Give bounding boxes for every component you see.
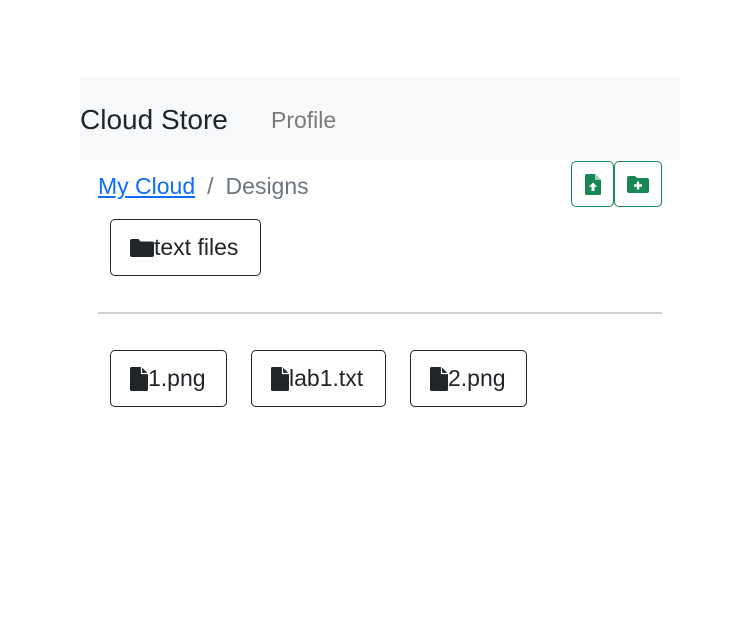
folder-plus-icon <box>627 175 649 193</box>
file-name: 2.png <box>448 365 506 391</box>
breadcrumb: My Cloud / Designs <box>98 172 309 200</box>
nav-link-profile[interactable]: Profile <box>271 106 336 134</box>
folder-name: text files <box>154 234 239 260</box>
folder-button-text-files[interactable]: text files <box>110 219 261 276</box>
file-button-lab1-txt[interactable]: lab1.txt <box>251 350 386 407</box>
section-divider <box>98 312 662 314</box>
file-name: lab1.txt <box>289 365 364 391</box>
file-button-2-png[interactable]: 2.png <box>410 350 527 407</box>
navbar: Cloud Store Profile <box>80 77 680 160</box>
breadcrumb-separator: / <box>207 173 214 199</box>
folder-icon <box>130 238 154 257</box>
brand-link[interactable]: Cloud Store <box>80 103 228 137</box>
file-upload-icon <box>584 173 601 195</box>
new-folder-button[interactable] <box>614 161 662 207</box>
breadcrumb-current: Designs <box>225 173 309 199</box>
file-icon <box>130 366 148 391</box>
upload-file-button[interactable] <box>571 161 614 207</box>
file-icon <box>271 366 289 391</box>
file-name: 1.png <box>148 365 206 391</box>
file-icon <box>430 366 448 391</box>
breadcrumb-root-link[interactable]: My Cloud <box>98 173 195 199</box>
file-button-1-png[interactable]: 1.png <box>110 350 227 407</box>
